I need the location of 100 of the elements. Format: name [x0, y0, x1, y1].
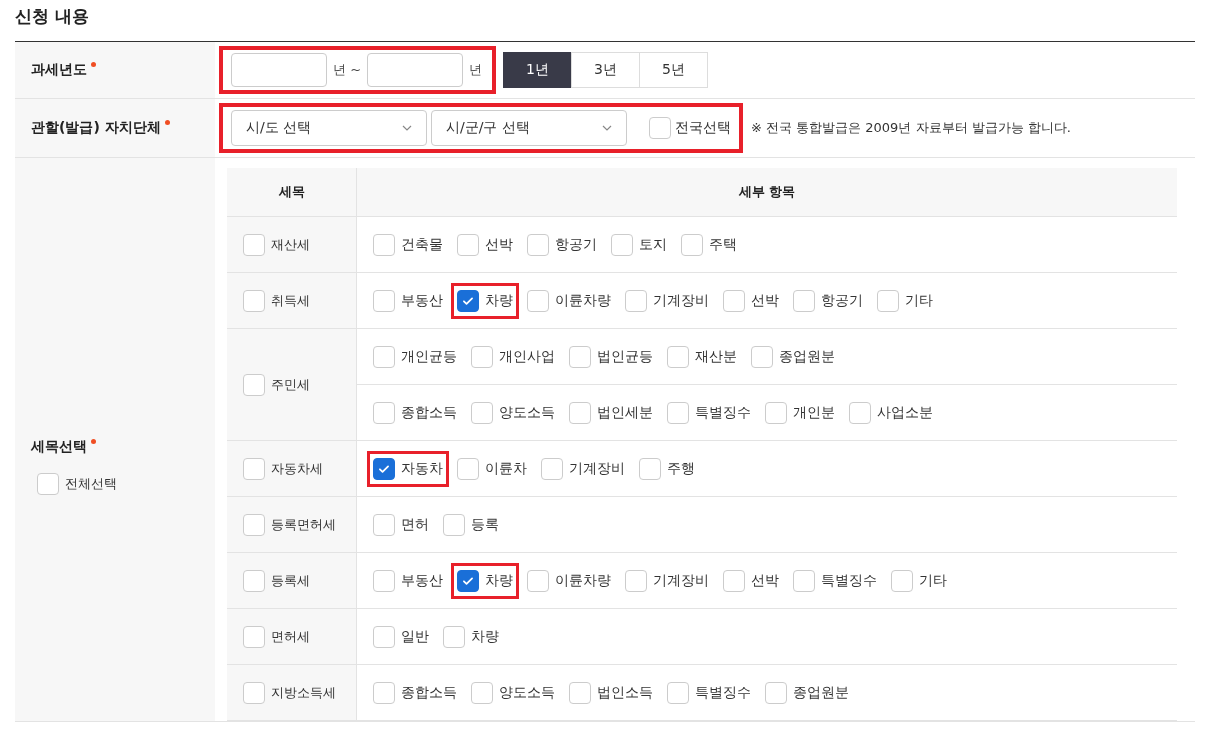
checkbox-label: 전체선택 [65, 474, 117, 493]
checkbox-label: 기계장비 [653, 291, 709, 310]
checkbox[interactable] [877, 289, 899, 312]
checkbox[interactable] [373, 289, 395, 312]
tax-name: 등록면허세 [271, 515, 336, 534]
checkbox-label: 재산분 [695, 347, 737, 366]
checkbox[interactable] [569, 345, 591, 368]
checkbox[interactable] [373, 681, 395, 704]
checkbox[interactable] [471, 681, 493, 704]
year-to-field[interactable] [367, 53, 464, 87]
tax-name: 등록세 [271, 571, 310, 590]
checkbox[interactable] [891, 569, 913, 592]
tax-name: 주민세 [271, 375, 310, 394]
checkbox[interactable] [243, 233, 265, 256]
checkbox-label: 일반 [401, 627, 429, 646]
checkbox[interactable] [569, 681, 591, 704]
checkbox[interactable] [667, 401, 689, 424]
checkbox-label: 종합소득 [401, 683, 457, 702]
checkbox[interactable] [37, 472, 59, 495]
checkbox-label: 법인세분 [597, 403, 653, 422]
column-header: 세부 항목 [357, 168, 1177, 217]
checkbox[interactable] [527, 289, 549, 312]
checkbox-label: 차량 [485, 291, 513, 310]
checkbox[interactable] [667, 681, 689, 704]
checkbox[interactable] [243, 681, 265, 704]
chevron-down-icon [602, 125, 612, 131]
checkbox[interactable] [723, 289, 745, 312]
checkbox[interactable] [541, 457, 563, 480]
checkbox-label: 면허 [401, 515, 429, 534]
checkbox[interactable] [373, 513, 395, 536]
checkbox[interactable] [793, 289, 815, 312]
checkbox[interactable] [681, 233, 703, 256]
field-label: 세목선택 [31, 437, 87, 456]
chevron-down-icon [402, 125, 412, 131]
dropdown[interactable]: 시/군/구 선택 [431, 110, 627, 146]
checkbox-label: 차량 [485, 571, 513, 590]
section-title: 신청 내용 [15, 5, 90, 28]
dropdown[interactable]: 시/도 선택 [231, 110, 427, 146]
checkbox[interactable] [765, 681, 787, 704]
checkbox[interactable] [243, 289, 265, 312]
field-label: 관할(발급) 자치단체 [31, 119, 161, 137]
checked-checkbox[interactable] [457, 569, 479, 592]
checkbox[interactable] [667, 345, 689, 368]
checkbox[interactable] [243, 513, 265, 536]
checkbox[interactable] [457, 233, 479, 256]
checkbox-label: 특별징수 [695, 683, 751, 702]
checkbox[interactable] [639, 457, 661, 480]
checkbox[interactable] [793, 569, 815, 592]
tax-name: 자동차세 [271, 459, 323, 478]
checkbox[interactable] [373, 569, 395, 592]
period-tab[interactable]: 5년 [639, 52, 709, 88]
checked-checkbox[interactable] [373, 457, 395, 480]
checkbox-label: 기계장비 [653, 571, 709, 590]
checkbox[interactable] [471, 401, 493, 424]
checkbox[interactable] [569, 401, 591, 424]
checkbox[interactable] [373, 401, 395, 424]
checkbox[interactable] [457, 457, 479, 480]
checkbox-label: 양도소득 [499, 403, 555, 422]
checked-checkbox[interactable] [457, 289, 479, 312]
checkbox-label: 양도소득 [499, 683, 555, 702]
checkbox[interactable] [765, 401, 787, 424]
checkbox[interactable] [649, 117, 671, 139]
checkbox[interactable] [443, 625, 465, 648]
checkbox-label: 법인균등 [597, 347, 653, 366]
year-from-field[interactable] [231, 53, 327, 87]
checkbox[interactable] [625, 289, 647, 312]
checkbox[interactable] [625, 569, 647, 592]
checkbox-label: 선박 [751, 291, 779, 310]
checkbox[interactable] [443, 513, 465, 536]
checkbox[interactable] [373, 233, 395, 256]
checkbox-label: 사업소분 [877, 403, 933, 422]
checkbox-label: 선박 [751, 571, 779, 590]
checkbox-label: 주택 [709, 235, 737, 254]
checkbox[interactable] [527, 569, 549, 592]
checkbox-label: 자동차 [401, 459, 443, 478]
checkbox-label: 기계장비 [569, 459, 625, 478]
period-tab[interactable]: 3년 [571, 52, 641, 88]
checkbox[interactable] [751, 345, 773, 368]
checkbox-label: 이륜차 [485, 459, 527, 478]
tax-name: 재산세 [271, 235, 310, 254]
checkbox[interactable] [849, 401, 871, 424]
period-tab[interactable]: 1년 [503, 52, 573, 88]
field-label: 과세년도 [31, 61, 87, 79]
checkbox[interactable] [243, 569, 265, 592]
checkbox-label: 종업원분 [793, 683, 849, 702]
checkbox[interactable] [723, 569, 745, 592]
checkbox-label: 항공기 [821, 291, 863, 310]
checkbox[interactable] [373, 345, 395, 368]
checkbox[interactable] [243, 457, 265, 480]
tax-name: 지방소득세 [271, 683, 336, 702]
checkbox[interactable] [527, 233, 549, 256]
checkbox-label: 선박 [485, 235, 513, 254]
checkbox[interactable] [373, 625, 395, 648]
checkbox-label: 법인소득 [597, 683, 653, 702]
checkbox[interactable] [243, 625, 265, 648]
checkbox[interactable] [471, 345, 493, 368]
checkbox[interactable] [243, 373, 265, 396]
checkbox-label: 특별징수 [821, 571, 877, 590]
checkbox-label: 주행 [667, 459, 695, 478]
checkbox[interactable] [611, 233, 633, 256]
